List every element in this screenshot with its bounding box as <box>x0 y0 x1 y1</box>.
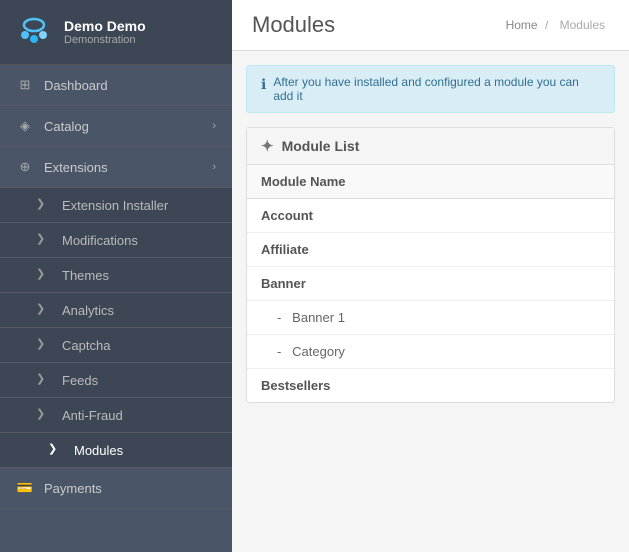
info-message: After you have installed and configured … <box>273 75 600 103</box>
brand-name: Demo Demo <box>64 18 146 34</box>
dashboard-icon: ⊞ <box>16 76 34 94</box>
module-name-banner: Banner <box>247 267 614 301</box>
module-name-account: Account <box>247 199 614 233</box>
puzzle-icon: ✦ <box>261 137 274 155</box>
payments-icon: 💳 <box>16 479 34 497</box>
breadcrumb-current: Modules <box>560 18 605 32</box>
modules-icon: ❯ <box>48 442 64 458</box>
sidebar-label-anti-fraud: Anti-Fraud <box>62 408 123 423</box>
sidebar-label-catalog: Catalog <box>44 119 212 134</box>
sidebar-item-themes[interactable]: ❯ Themes <box>0 258 232 293</box>
anti-fraud-icon: ❯ <box>36 407 52 423</box>
module-name-bestsellers: Bestsellers <box>247 369 614 403</box>
sidebar-item-payments[interactable]: 💳 Payments <box>0 468 232 509</box>
sidebar-item-analytics[interactable]: ❯ Analytics <box>0 293 232 328</box>
module-name-category: - Category <box>247 335 614 369</box>
main-content: Modules Home / Modules ℹ After you have … <box>232 0 629 552</box>
module-name-banner1: - Banner 1 <box>247 301 614 335</box>
sidebar-label-analytics: Analytics <box>62 303 114 318</box>
analytics-icon: ❯ <box>36 302 52 318</box>
themes-icon: ❯ <box>36 267 52 283</box>
catalog-icon: ◈ <box>16 117 34 135</box>
sidebar: Demo Demo Demonstration ⊞ Dashboard ◈ Ca… <box>0 0 232 552</box>
module-list-section: ✦ Module List Module Name Account Affili… <box>246 127 615 403</box>
sidebar-label-feeds: Feeds <box>62 373 98 388</box>
extensions-icon: ⊕ <box>16 158 34 176</box>
sidebar-item-modifications[interactable]: ❯ Modifications <box>0 223 232 258</box>
info-banner: ℹ After you have installed and configure… <box>246 65 615 113</box>
module-table: Module Name Account Affiliate Banner - B… <box>247 165 614 402</box>
col-module-name: Module Name <box>247 165 614 199</box>
logo <box>14 12 54 52</box>
info-icon: ℹ <box>261 76 266 93</box>
extension-installer-icon: ❯ <box>36 197 52 213</box>
table-row: Affiliate <box>247 233 614 267</box>
extensions-arrow: › <box>212 161 216 173</box>
catalog-arrow: › <box>212 120 216 132</box>
captcha-icon: ❯ <box>36 337 52 353</box>
table-row: Account <box>247 199 614 233</box>
sidebar-label-payments: Payments <box>44 481 216 496</box>
sidebar-label-extension-installer: Extension Installer <box>62 198 168 213</box>
sidebar-item-catalog[interactable]: ◈ Catalog › <box>0 106 232 147</box>
brand-sub: Demonstration <box>64 34 146 46</box>
breadcrumb-home[interactable]: Home <box>506 18 538 32</box>
sidebar-label-captcha: Captcha <box>62 338 110 353</box>
module-list-header: ✦ Module List <box>247 128 614 165</box>
sidebar-item-modules[interactable]: ❯ Modules <box>0 433 232 468</box>
table-row: Bestsellers <box>247 369 614 403</box>
modifications-icon: ❯ <box>36 232 52 248</box>
sidebar-item-extensions[interactable]: ⊕ Extensions › <box>0 147 232 188</box>
feeds-icon: ❯ <box>36 372 52 388</box>
breadcrumb-separator: / <box>545 18 548 32</box>
sidebar-label-extensions: Extensions <box>44 160 212 175</box>
module-name-affiliate: Affiliate <box>247 233 614 267</box>
table-row: Banner <box>247 267 614 301</box>
sidebar-label-modules: Modules <box>74 443 123 458</box>
brand-info: Demo Demo Demonstration <box>64 18 146 46</box>
main-header: Modules Home / Modules <box>232 0 629 51</box>
sidebar-nav: ⊞ Dashboard ◈ Catalog › ⊕ Extensions › ❯… <box>0 65 232 552</box>
sidebar-label-dashboard: Dashboard <box>44 78 216 93</box>
breadcrumb: Home / Modules <box>506 18 609 32</box>
sidebar-label-themes: Themes <box>62 268 109 283</box>
sidebar-label-modifications: Modifications <box>62 233 138 248</box>
module-list-title: Module List <box>282 138 360 154</box>
sidebar-item-captcha[interactable]: ❯ Captcha <box>0 328 232 363</box>
sidebar-item-extension-installer[interactable]: ❯ Extension Installer <box>0 188 232 223</box>
sidebar-header: Demo Demo Demonstration <box>0 0 232 65</box>
sidebar-item-feeds[interactable]: ❯ Feeds <box>0 363 232 398</box>
sidebar-item-anti-fraud[interactable]: ❯ Anti-Fraud <box>0 398 232 433</box>
sidebar-item-dashboard[interactable]: ⊞ Dashboard <box>0 65 232 106</box>
page-title: Modules <box>252 12 335 38</box>
table-row: - Category <box>247 335 614 369</box>
table-row: - Banner 1 <box>247 301 614 335</box>
